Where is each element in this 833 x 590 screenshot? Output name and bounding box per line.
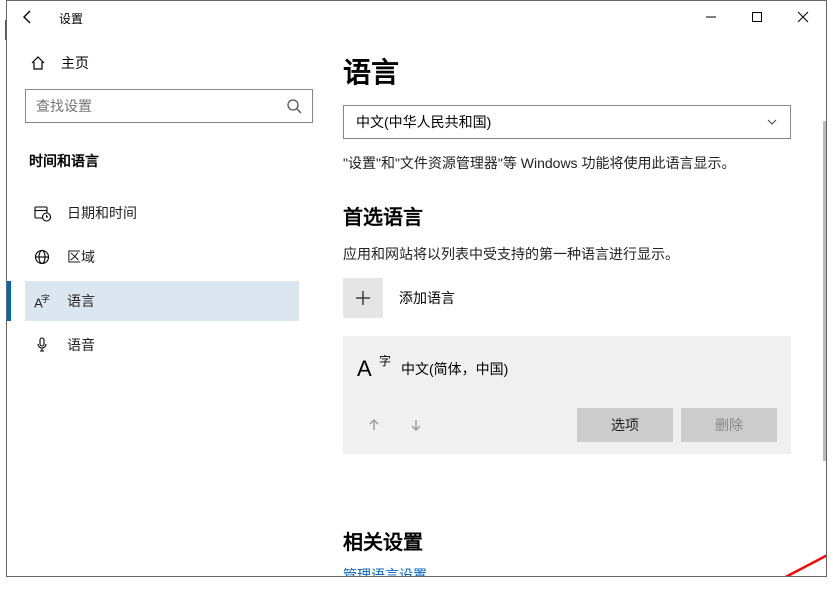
sidebar-item-label: 语音: [67, 335, 95, 355]
move-up-button[interactable]: [357, 408, 391, 442]
page-title: 语言: [343, 51, 810, 91]
display-language-dropdown[interactable]: 中文(中华人民共和国): [343, 105, 791, 139]
globe-icon: [33, 249, 51, 265]
sidebar-item-language[interactable]: A字 语言: [25, 281, 299, 321]
display-language-desc: "设置"和"文件资源管理器"等 Windows 功能将使用此语言显示。: [343, 153, 810, 173]
manage-language-link[interactable]: 管理语言设置: [343, 567, 427, 576]
back-button[interactable]: [7, 1, 49, 33]
close-button[interactable]: [780, 1, 826, 33]
home-icon: [29, 55, 47, 71]
maximize-button[interactable]: [734, 1, 780, 33]
chevron-down-icon: [766, 116, 778, 128]
settings-window: 设置 主页: [6, 0, 827, 577]
plus-icon: [343, 278, 383, 318]
minimize-button[interactable]: [688, 1, 734, 33]
sidebar-item-label: 区域: [67, 247, 95, 267]
search-input[interactable]: [36, 98, 286, 114]
microphone-icon: [33, 337, 51, 353]
language-item[interactable]: A字 中文(简体，中国) 选项 删除: [343, 336, 791, 454]
home-nav[interactable]: 主页: [29, 53, 299, 73]
dropdown-value: 中文(中华人民共和国): [356, 112, 491, 132]
related-settings-header: 相关设置: [343, 526, 810, 555]
language-icon: A字: [33, 292, 51, 310]
language-glyph-icon: A字: [357, 356, 383, 382]
titlebar: 设置: [7, 1, 826, 33]
calendar-clock-icon: [33, 205, 51, 222]
sidebar-item-region[interactable]: 区域: [25, 237, 299, 277]
search-icon: [286, 98, 302, 114]
sidebar-item-label: 语言: [67, 291, 95, 311]
home-label: 主页: [61, 53, 89, 73]
add-language-label: 添加语言: [399, 288, 455, 308]
add-language-row[interactable]: 添加语言: [343, 278, 810, 318]
app-title: 设置: [59, 8, 83, 27]
language-item-label: 中文(简体，中国): [401, 359, 508, 379]
main-content: 语言 中文(中华人民共和国) "设置"和"文件资源管理器"等 Windows 功…: [315, 33, 826, 576]
delete-button[interactable]: 删除: [681, 408, 777, 442]
preferred-languages-header: 首选语言: [343, 201, 810, 230]
preferred-languages-desc: 应用和网站将以列表中受支持的第一种语言进行显示。: [343, 244, 810, 264]
sidebar-item-label: 日期和时间: [67, 203, 137, 223]
move-down-button[interactable]: [399, 408, 433, 442]
options-button[interactable]: 选项: [577, 408, 673, 442]
section-header: 时间和语言: [29, 151, 299, 171]
sidebar-item-speech[interactable]: 语音: [25, 325, 299, 365]
search-box[interactable]: [25, 89, 313, 123]
sidebar-item-datetime[interactable]: 日期和时间: [25, 193, 299, 233]
sidebar: 主页 时间和语言 日期和时间 区域: [7, 33, 315, 576]
annotation-arrow: [745, 473, 826, 576]
